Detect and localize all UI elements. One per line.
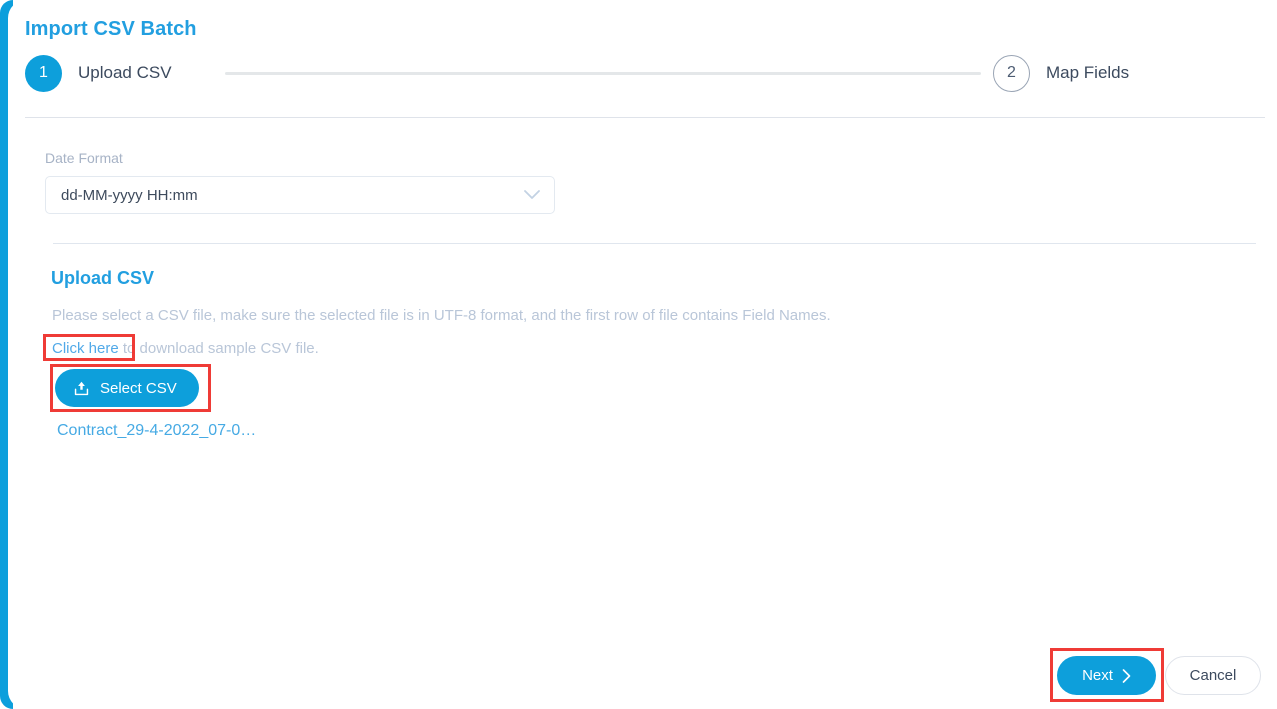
next-label: Next	[1082, 667, 1113, 684]
section-divider	[53, 243, 1256, 244]
download-sample-link[interactable]: Click here	[52, 340, 119, 357]
selected-file-name[interactable]: Contract_29-4-2022_07-0…	[57, 422, 256, 440]
step-item-map-fields[interactable]: 2 Map Fields	[993, 52, 1129, 94]
next-button[interactable]: Next	[1057, 656, 1156, 695]
upload-section-heading: Upload CSV	[51, 268, 155, 288]
step-connector-line	[225, 72, 981, 75]
cancel-label: Cancel	[1189, 667, 1237, 684]
date-format-group: Date Format dd-MM-yyyy HH:mm	[45, 150, 555, 214]
chevron-right-icon	[1122, 668, 1131, 683]
select-csv-label: Select CSV	[100, 379, 177, 397]
step-2-circle: 2	[993, 54, 1030, 92]
select-csv-button[interactable]: Select CSV	[55, 369, 199, 407]
step-1-circle: 1	[25, 54, 62, 92]
sample-csv-line: Click here to download sample CSV file.	[52, 340, 319, 357]
dialog-card: Import CSV Batch 1 Upload CSV 2 Map Fiel…	[8, 0, 1277, 709]
step-2-label: Map Fields	[1046, 63, 1130, 82]
header-divider	[25, 117, 1265, 118]
upload-description: Please select a CSV file, make sure the …	[52, 307, 831, 324]
upload-icon	[73, 380, 90, 397]
step-item-upload-csv[interactable]: 1 Upload CSV	[25, 52, 172, 94]
date-format-value: dd-MM-yyyy HH:mm	[61, 186, 198, 204]
step-1-label: Upload CSV	[78, 63, 172, 82]
stepper: 1 Upload CSV 2 Map Fields	[25, 52, 1165, 94]
dialog-title: Import CSV Batch	[25, 18, 197, 40]
cancel-button[interactable]: Cancel	[1165, 656, 1261, 695]
sample-rest-text: to download sample CSV file.	[118, 340, 319, 357]
date-format-label: Date Format	[45, 150, 123, 166]
date-format-select[interactable]: dd-MM-yyyy HH:mm	[45, 176, 555, 214]
import-csv-dialog: Import CSV Batch 1 Upload CSV 2 Map Fiel…	[0, 0, 1277, 709]
chevron-down-icon	[524, 190, 540, 200]
